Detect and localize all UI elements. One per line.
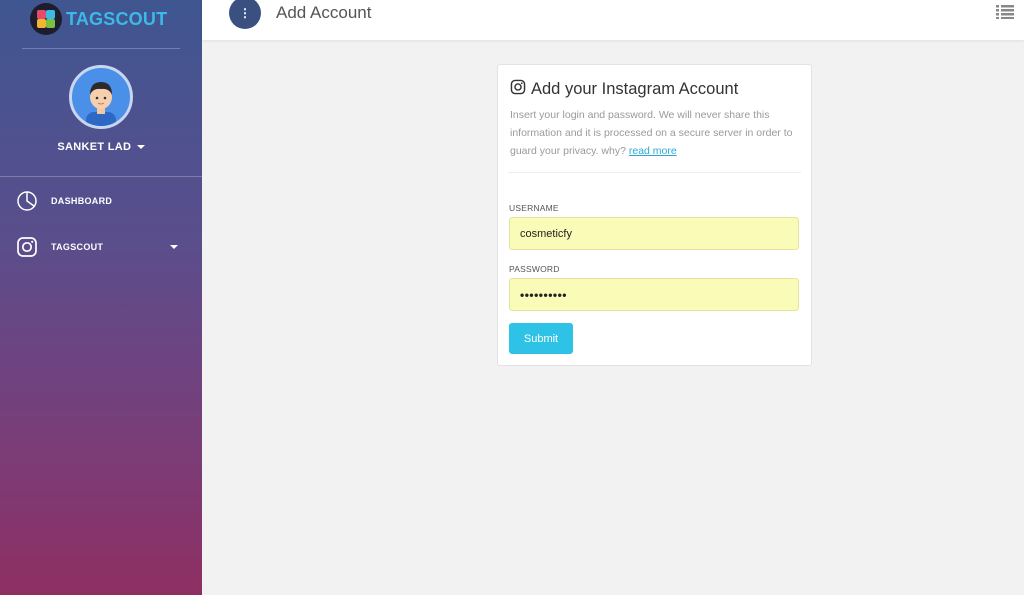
password-field[interactable]: •••••••••• [509, 278, 799, 311]
instagram-icon [16, 236, 38, 258]
card-header: Add your Instagram Account Insert your l… [498, 65, 811, 160]
username-value: cosmeticfy [520, 227, 572, 240]
card-title-text: Add your Instagram Account [531, 80, 739, 98]
submit-button[interactable]: Submit [509, 323, 573, 354]
brand-name: TAGSCOUT [66, 8, 168, 29]
card-title: Add your Instagram Account [510, 79, 799, 100]
username-label: USERNAME [509, 203, 559, 213]
page-title: Add Account [276, 3, 372, 22]
dashboard-icon [16, 190, 38, 212]
sidebar-item-tagscout[interactable]: TAGSCOUT [0, 224, 202, 270]
chevron-down-icon [170, 245, 178, 249]
top-bar: ⋮ Add Account [202, 0, 1024, 40]
password-group: PASSWORD •••••••••• [498, 264, 811, 311]
divider [0, 176, 202, 177]
username-group: USERNAME cosmeticfy [498, 203, 811, 250]
sidebar-item-dashboard[interactable]: DASHBOARD [0, 178, 202, 224]
username-field[interactable]: cosmeticfy [509, 217, 799, 250]
sidebar-nav: DASHBOARD TAGSCOUT [0, 178, 202, 270]
user-profile: SANKET LAD [0, 49, 202, 153]
user-name: SANKET LAD [57, 141, 132, 153]
password-label: PASSWORD [509, 264, 560, 274]
instagram-icon [510, 79, 526, 100]
user-menu[interactable]: SANKET LAD [0, 141, 202, 153]
menu-button[interactable]: ⋮ [229, 0, 261, 29]
read-more-link[interactable]: read more [629, 145, 677, 157]
add-account-card: Add your Instagram Account Insert your l… [497, 64, 812, 366]
sidebar-item-label: TAGSCOUT [51, 242, 104, 252]
list-view-icon[interactable] [996, 5, 1014, 24]
tagscout-logo-icon [30, 3, 62, 35]
password-value: •••••••••• [520, 287, 568, 302]
avatar[interactable] [69, 65, 133, 129]
sidebar: TAGSCOUT SANKET LAD DASHBOARD TAGSCOUT [0, 0, 202, 595]
sidebar-item-label: DASHBOARD [51, 196, 113, 206]
logo[interactable]: TAGSCOUT [0, 0, 202, 38]
divider [508, 172, 801, 173]
caret-down-icon [136, 145, 145, 150]
more-vertical-icon: ⋮ [239, 6, 251, 20]
card-description: Insert your login and password. We will … [510, 106, 805, 160]
